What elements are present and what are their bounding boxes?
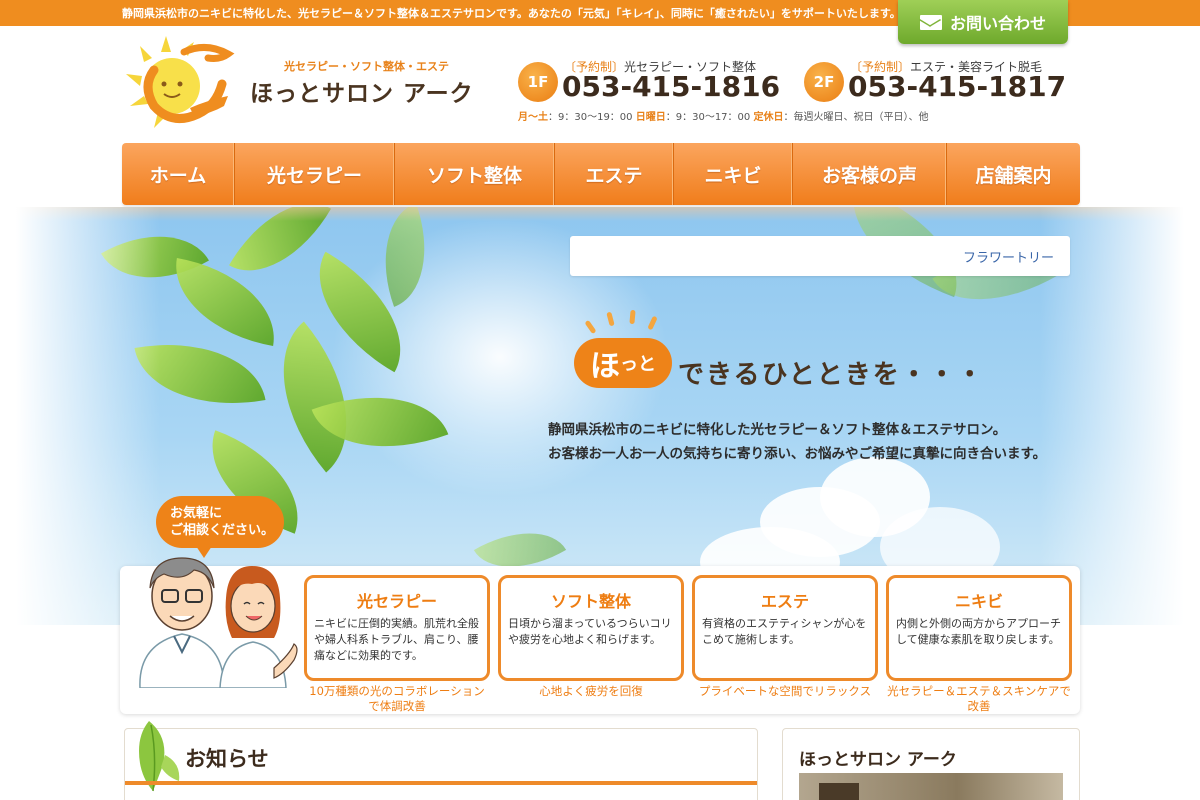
ray-icon [584,319,597,335]
nav-acne[interactable]: ニキビ [674,143,793,205]
service-card-title: ソフト整体 [550,592,631,611]
service-card-text: ニキビに圧倒的実績。肌荒れ全般や婦人科系トラブル、肩こり、腰痛などに効果的です。 [314,617,479,662]
news-divider [125,781,757,785]
flower-tree-link[interactable]: フラワートリー [963,247,1054,266]
service-card-light-therapy[interactable]: 光セラピー ニキビに圧倒的実績。肌荒れ全般や婦人科系トラブル、肩こり、腰痛などに… [304,575,490,681]
service-card-caption: プライベートな空間でリラックス [698,684,872,698]
site-tagline: 静岡県浜松市のニキビに特化した、光セラピー＆ソフト整体＆エステサロンです。あなた… [122,7,901,20]
service-card-caption: 光セラピー＆エステ＆スキンケアで改善 [887,684,1071,713]
floor-badge-1f: 1F [518,62,558,102]
nav-soft-seitai[interactable]: ソフト整体 [395,143,555,205]
service-card-soft-seitai[interactable]: ソフト整体 日頃から溜まっているつらいコリや疲労を心地よく和らげます。 [498,575,684,681]
catchcopy-text: できるひとときを・・・ [678,360,985,390]
service-card-text: 日頃から溜まっているつらいコリや疲労を心地よく和らげます。 [508,617,672,646]
tel-1f-number[interactable]: 053-415-1816 [562,70,780,103]
sidebar-salon-title: ほっとサロン アーク [799,750,957,770]
contact-button-label: お問い合わせ [949,14,1046,33]
main-nav: ホーム 光セラピー ソフト整体 エステ ニキビ お客様の声 店舗案内 [122,143,1080,205]
news-section: お知らせ [124,721,758,800]
service-card-title: ニキビ [954,592,1003,611]
service-card-caption: 心地よく疲労を回復 [539,684,643,698]
service-card-esthe[interactable]: エステ 有資格のエステティシャンが心をこめて施術します。 [692,575,878,681]
site-logo[interactable]: 光セラピー・ソフト整体・エステ ほっとサロン アーク [124,34,473,134]
nav-light-therapy[interactable]: 光セラピー [235,143,395,205]
nav-home[interactable]: ホーム [122,143,235,205]
tel-2f-number[interactable]: 053-415-1817 [848,70,1066,103]
ray-icon [606,311,615,327]
sidebar-salon: ほっとサロン アーク [782,728,1080,800]
nav-esthe[interactable]: エステ [555,143,674,205]
news-title: お知らせ [185,747,269,771]
nav-shop-info[interactable]: 店舗案内 [947,143,1080,205]
salon-photo [799,773,1063,800]
service-card-title: エステ [760,592,809,611]
hero-link-box: フラワートリー [570,236,1070,276]
ray-icon [629,309,636,325]
floor-badge-2f: 2F [804,62,844,102]
mail-icon [919,14,942,30]
salon-signage [819,783,859,800]
service-card-acne[interactable]: ニキビ 内側と外側の両方からアプローチして健康な素肌を取り戻します。 [886,575,1072,681]
contact-button[interactable]: お問い合わせ [898,0,1068,44]
service-card-caption: 10万種類の光のコラボレーションで体調改善 [309,684,485,713]
ray-icon [647,315,658,331]
sun-logo-icon [126,36,235,128]
business-hours: 月～土：9：30～19：00 日曜日：9：30～17：00 定休日：毎週火曜日、… [518,112,929,123]
service-card-title: 光セラピー [356,592,437,611]
nav-voice[interactable]: お客様の声 [793,143,947,205]
hero-catchcopy: ほっと できるひとときを・・・ [574,309,1094,392]
service-card-text: 有資格のエステティシャンが心をこめて施術します。 [702,617,867,646]
hero-description: 静岡県浜松市のニキビに特化した光セラピー＆ソフト整体＆エステサロン。 お客様お一… [548,422,1047,462]
consult-bubble: お気軽に ご相談ください。 [156,496,284,558]
hotto-bubble: ほっと [574,338,672,388]
service-card-text: 内側と外側の両方からアプローチして健康な素肌を取り戻します。 [896,617,1061,646]
staff-illustration [139,557,298,688]
logo-subtitle: 光セラピー・ソフト整体・エステ [284,60,449,73]
logo-name: ほっとサロン アーク [250,81,474,107]
